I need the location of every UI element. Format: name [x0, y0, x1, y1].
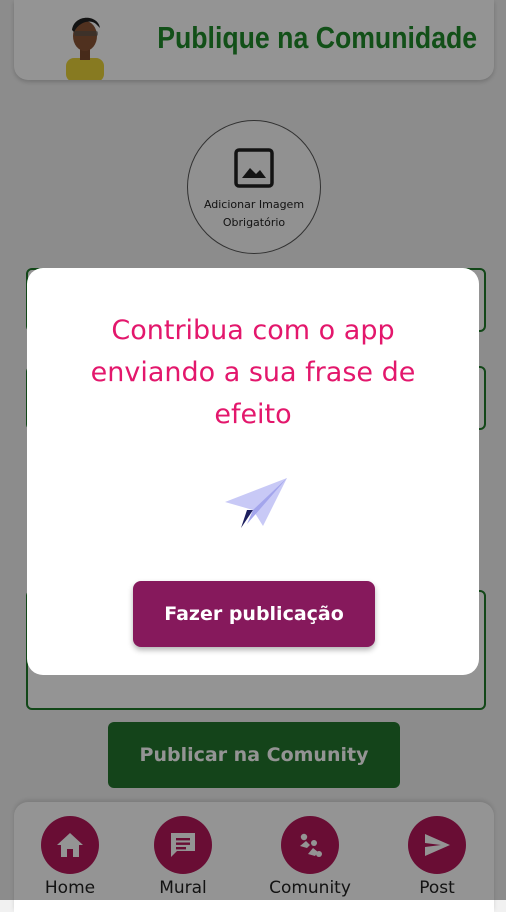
contribute-dialog: Contribua com o app enviando a sua frase… [27, 268, 479, 675]
community-post-screen: Publique na Comunidade Adicionar Imagem … [0, 0, 506, 912]
make-post-button[interactable]: Fazer publicação [133, 581, 375, 647]
paper-plane-icon [225, 478, 287, 528]
dialog-message: Contribua com o app enviando a sua frase… [90, 315, 416, 430]
